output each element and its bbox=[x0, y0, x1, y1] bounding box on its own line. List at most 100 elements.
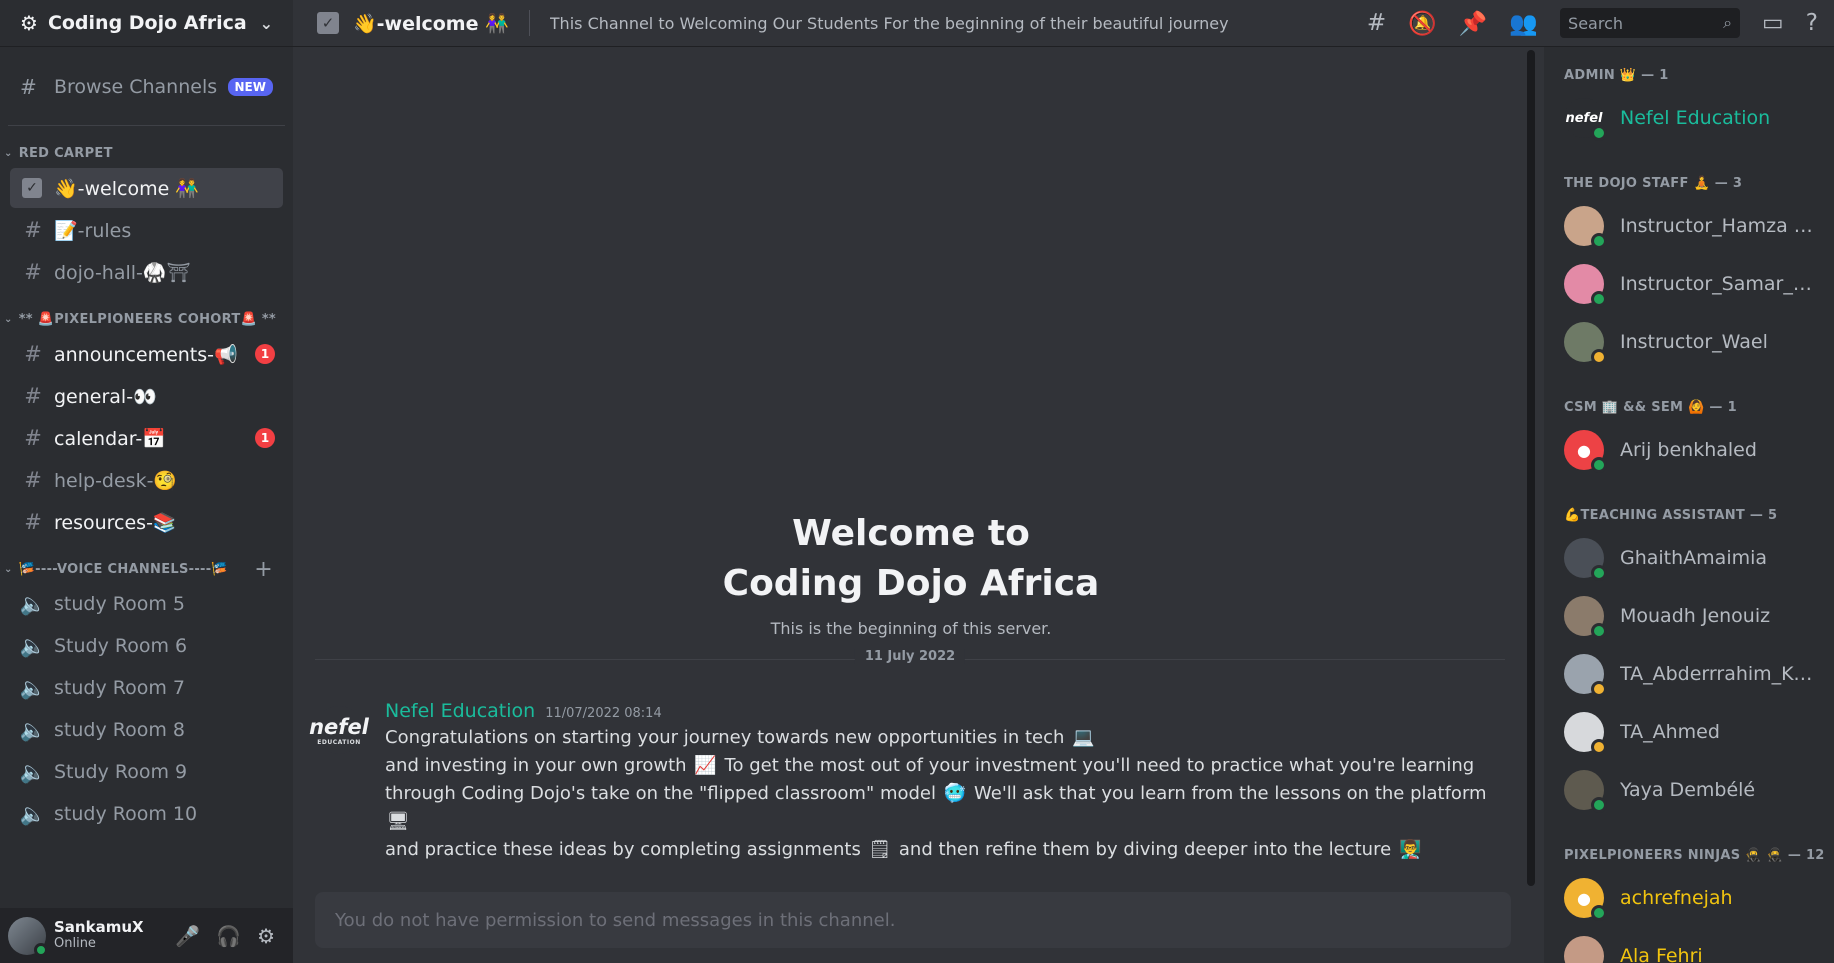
member-name: Mouadh Jenouiz bbox=[1620, 605, 1771, 627]
channel-header: ✓ 👋-welcome 👫 This Channel to Welcoming … bbox=[293, 0, 1834, 47]
category-pixelpioneers[interactable]: ⌄ ** 🚨PIXELPIONEERS COHORT🚨 ** bbox=[0, 306, 293, 332]
channel-label: study Room 10 bbox=[54, 803, 198, 825]
avatar bbox=[1564, 770, 1607, 813]
channel-resources[interactable]: # resources-📚 bbox=[10, 502, 283, 542]
member-item[interactable]: Instructor_Wael bbox=[1564, 317, 1834, 367]
microphone-icon[interactable]: 🎤 bbox=[175, 924, 200, 948]
server-header[interactable]: ⚙ Coding Dojo Africa ⌄ bbox=[0, 0, 293, 47]
member-item[interactable]: Yaya Dembélé bbox=[1564, 765, 1834, 815]
member-name: GhaithAmaimia bbox=[1620, 547, 1768, 569]
message-content: Congratulations on starting your journey… bbox=[385, 724, 1515, 864]
help-icon[interactable]: ? bbox=[1806, 10, 1818, 36]
inbox-icon[interactable]: ▭ bbox=[1762, 10, 1784, 36]
category-red-carpet[interactable]: ⌄ RED CARPET bbox=[0, 140, 293, 166]
voice-channel-study-room-9[interactable]: 🔈 Study Room 9 bbox=[10, 752, 283, 792]
member-group-header: THE DOJO STAFF 🧘 — 3 bbox=[1564, 175, 1743, 191]
voice-channel-study-room-5[interactable]: 🔈 study Room 5 bbox=[10, 584, 283, 624]
hash-icon: # bbox=[24, 218, 42, 242]
category-voice-channels[interactable]: ⌄ 🎏----VOICE CHANNELS----🎏 + bbox=[0, 556, 293, 582]
channel-label: 👋-welcome 👫 bbox=[54, 177, 199, 200]
chevron-down-icon: ⌄ bbox=[4, 147, 13, 159]
welcome-title: Welcome to Coding Dojo Africa bbox=[293, 509, 1529, 609]
browse-channels-button[interactable]: # Browse Channels NEW bbox=[10, 65, 283, 109]
channel-topic[interactable]: This Channel to Welcoming Our Students F… bbox=[550, 14, 1229, 33]
channel-rules[interactable]: # 📝-rules bbox=[10, 210, 283, 250]
member-name: Ala Fehri bbox=[1620, 945, 1703, 963]
channel-label: announcements-📢 bbox=[54, 343, 238, 366]
category-label: RED CARPET bbox=[18, 145, 113, 161]
avatar bbox=[1564, 712, 1607, 755]
member-group-header: 💪TEACHING ASSISTANT — 5 bbox=[1564, 507, 1778, 523]
channel-calendar[interactable]: # calendar-📅 1 bbox=[10, 418, 283, 458]
member-item[interactable]: ● achrefnejah bbox=[1564, 873, 1834, 923]
channel-label: study Room 5 bbox=[54, 593, 185, 615]
hash-icon: # bbox=[24, 426, 42, 450]
mute-notifications-icon[interactable]: 🔕 bbox=[1408, 10, 1437, 37]
speaker-icon: 🔈 bbox=[19, 717, 47, 742]
gear-icon[interactable]: ⚙ bbox=[257, 924, 275, 948]
online-status-dot bbox=[34, 942, 48, 957]
member-name: TA_Abderrrahim_Kaa... bbox=[1620, 663, 1820, 685]
chat-scrollbar[interactable] bbox=[1527, 50, 1535, 886]
member-item[interactable]: Instructor_Samar_BA... bbox=[1564, 259, 1834, 309]
chart-emoji-icon: 📈 bbox=[694, 755, 717, 776]
hash-icon: # bbox=[24, 468, 42, 492]
avatar bbox=[1564, 264, 1607, 307]
channel-label: dojo-hall-🥋⛩ bbox=[54, 261, 191, 284]
channel-announcements[interactable]: # announcements-📢 1 bbox=[10, 334, 283, 374]
member-item[interactable]: TA_Ahmed bbox=[1564, 707, 1834, 757]
member-item[interactable]: Instructor_Hamza SA... bbox=[1564, 201, 1834, 251]
message-author[interactable]: Nefel Education bbox=[385, 700, 535, 722]
voice-channel-study-room-10[interactable]: 🔈 study Room 10 bbox=[10, 794, 283, 834]
member-name: Instructor_Samar_BA... bbox=[1620, 273, 1820, 295]
message-input-placeholder: You do not have permission to send messa… bbox=[335, 909, 896, 931]
threads-icon[interactable]: # bbox=[1367, 10, 1386, 36]
avatar[interactable]: nefel EDUCATION bbox=[309, 706, 369, 754]
member-name: Yaya Dembélé bbox=[1620, 779, 1756, 801]
member-item[interactable]: nefel Nefel Education bbox=[1564, 93, 1834, 143]
headphones-icon[interactable]: 🎧 bbox=[216, 924, 241, 948]
speaker-icon: 🔈 bbox=[19, 633, 47, 658]
add-channel-icon[interactable]: + bbox=[254, 557, 273, 582]
channel-label: general-👀 bbox=[54, 385, 157, 408]
message-line: Congratulations on starting your journey… bbox=[385, 727, 1065, 748]
voice-channel-study-room-7[interactable]: 🔈 study Room 7 bbox=[10, 668, 283, 708]
chevron-down-icon: ⌄ bbox=[4, 313, 13, 325]
search-input[interactable]: Search ⌕ bbox=[1560, 8, 1741, 38]
speaker-icon: 🔈 bbox=[19, 591, 47, 616]
online-status-dot bbox=[1591, 125, 1607, 141]
pin-icon[interactable]: 📌 bbox=[1459, 10, 1488, 37]
member-item[interactable]: GhaithAmaimia bbox=[1564, 533, 1834, 583]
message-timestamp: 11/07/2022 08:14 bbox=[545, 706, 662, 721]
avatar bbox=[1564, 206, 1607, 249]
channel-welcome[interactable]: ✓ 👋-welcome 👫 bbox=[10, 168, 283, 208]
user-info[interactable]: SankamuX Online bbox=[54, 919, 144, 951]
online-status-dot bbox=[1591, 797, 1607, 813]
member-list-icon[interactable]: 👥 bbox=[1509, 10, 1538, 37]
message-line: We'll ask that you learn from the lesson… bbox=[974, 783, 1487, 804]
channel-general[interactable]: # general-👀 bbox=[10, 376, 283, 416]
speaker-icon: 🔈 bbox=[19, 801, 47, 826]
idle-status-icon bbox=[1591, 681, 1607, 697]
browse-channels-label: Browse Channels bbox=[54, 76, 218, 98]
channel-label: 📝-rules bbox=[54, 219, 132, 242]
computer-emoji-icon: 🖥 bbox=[386, 811, 410, 832]
chevron-down-icon[interactable]: ⌄ bbox=[260, 14, 273, 33]
member-item[interactable]: Ala Fehri bbox=[1564, 931, 1834, 963]
voice-channel-study-room-8[interactable]: 🔈 study Room 8 bbox=[10, 710, 283, 750]
channel-help-desk[interactable]: # help-desk-🧐 bbox=[10, 460, 283, 500]
member-item[interactable]: ● Arij benkhaled bbox=[1564, 425, 1834, 475]
hash-icon: # bbox=[24, 342, 42, 366]
chat-area: Welcome to Coding Dojo Africa This is the… bbox=[293, 47, 1529, 963]
member-item[interactable]: TA_Abderrrahim_Kaa... bbox=[1564, 649, 1834, 699]
new-badge: NEW bbox=[227, 78, 273, 96]
online-status-dot bbox=[1591, 905, 1607, 921]
avatar[interactable] bbox=[8, 916, 48, 957]
message-body: Nefel Education 11/07/2022 08:14 Congrat… bbox=[385, 700, 1515, 864]
laptop-emoji-icon: 💻 bbox=[1072, 727, 1095, 748]
member-item[interactable]: Mouadh Jenouiz bbox=[1564, 591, 1834, 641]
message-input[interactable]: You do not have permission to send messa… bbox=[315, 892, 1511, 948]
voice-channel-study-room-6[interactable]: 🔈 Study Room 6 bbox=[10, 626, 283, 666]
date-divider: 11 July 2022 bbox=[315, 649, 1505, 664]
channel-dojo-hall[interactable]: # dojo-hall-🥋⛩ bbox=[10, 252, 283, 292]
